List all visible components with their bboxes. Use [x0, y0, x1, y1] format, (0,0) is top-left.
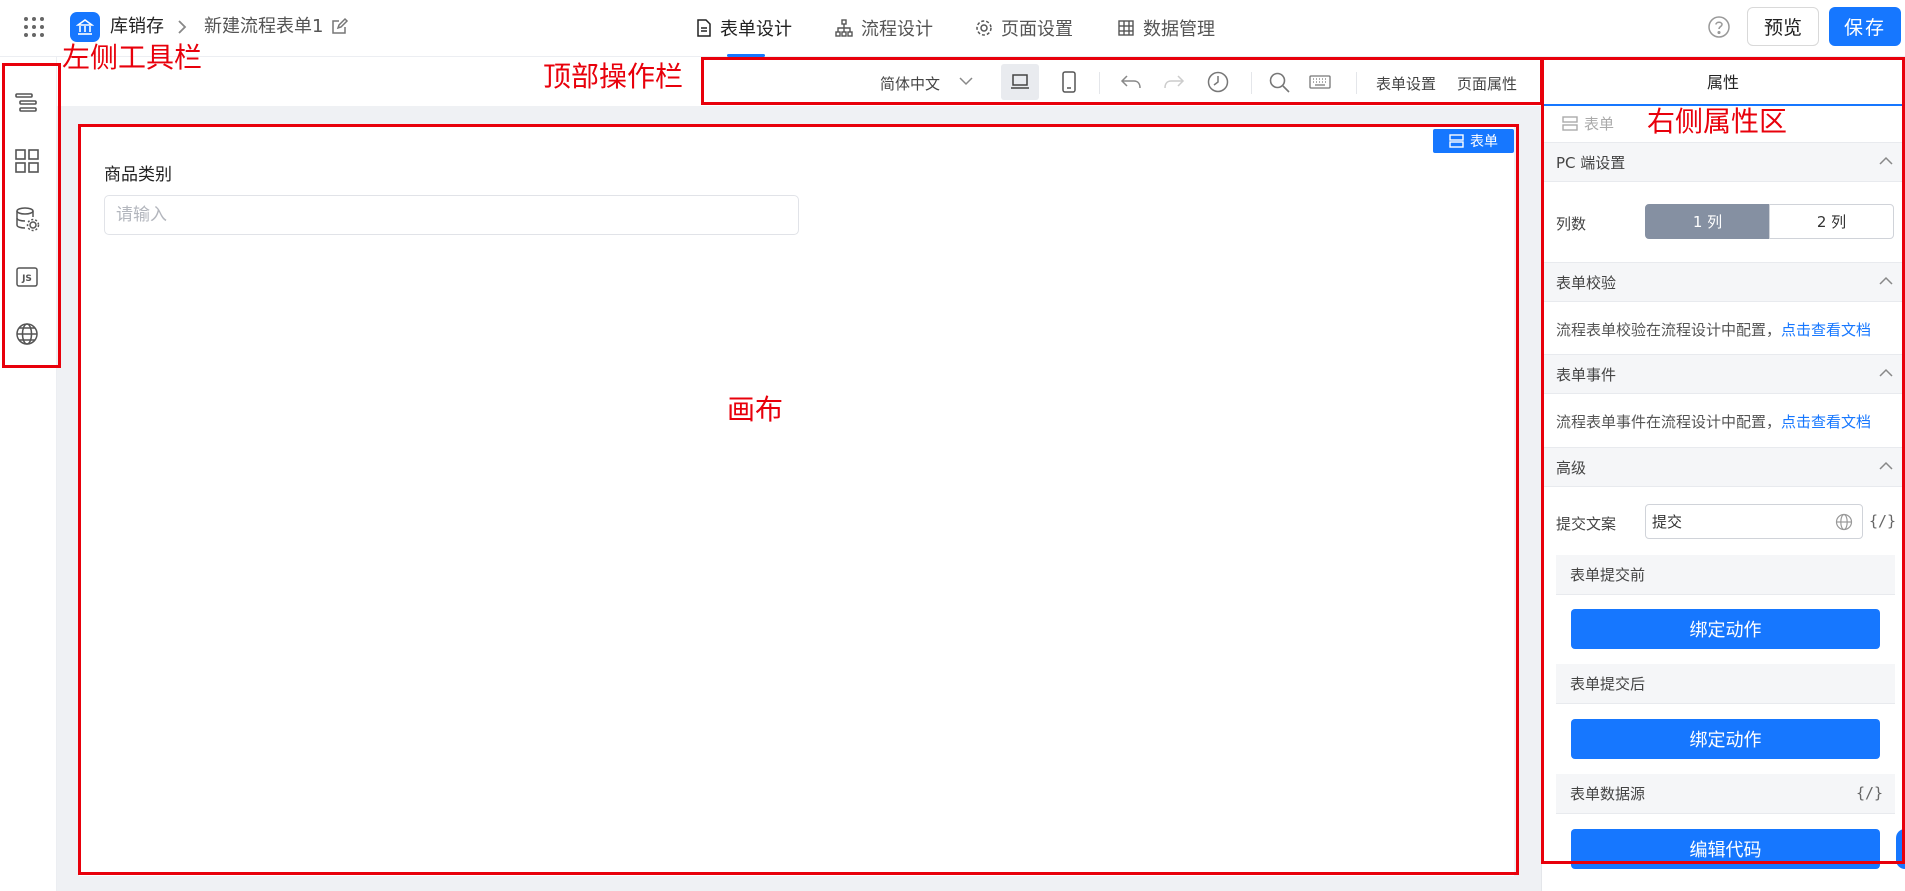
tab-page-settings[interactable]: 页面设置	[975, 15, 1073, 41]
tab-data-management[interactable]: 数据管理	[1117, 15, 1215, 41]
annotation-label-top-bar: 顶部操作栏	[543, 60, 684, 93]
form-name: 新建流程表单1	[204, 16, 324, 37]
annotation-label-left-toolbar: 左侧工具栏	[62, 41, 203, 74]
save-button[interactable]: 保存	[1829, 7, 1901, 46]
annotation-box-right-panel	[1541, 57, 1905, 864]
chevron-right-icon	[176, 19, 188, 35]
tab-form-design[interactable]: 表单设计	[696, 15, 792, 41]
tab-flow-design[interactable]: 流程设计	[835, 15, 933, 41]
gear-icon	[975, 19, 993, 37]
tab-label: 数据管理	[1143, 19, 1215, 40]
tab-label: 流程设计	[861, 19, 933, 40]
annotation-label-right-panel: 右侧属性区	[1647, 105, 1788, 138]
top-header: 库销存 新建流程表单1 表单设计 流程设计 页面设置 数据管理 预览 保存	[0, 0, 1905, 57]
annotation-box-left-toolbar	[2, 63, 61, 368]
help-icon[interactable]	[1707, 15, 1731, 39]
app-name[interactable]: 库销存	[110, 16, 164, 38]
tab-label: 表单设计	[720, 19, 792, 40]
edit-icon[interactable]	[331, 17, 349, 35]
preview-button[interactable]: 预览	[1747, 7, 1819, 46]
annotation-box-top-bar	[701, 57, 1543, 105]
table-icon	[1117, 19, 1135, 37]
tab-label: 页面设置	[1001, 19, 1073, 40]
annotation-box-canvas	[78, 124, 1519, 875]
document-icon	[696, 19, 712, 37]
annotation-label-canvas: 画布	[727, 393, 784, 426]
flow-icon	[835, 19, 853, 37]
apps-grid-icon[interactable]	[22, 15, 46, 39]
